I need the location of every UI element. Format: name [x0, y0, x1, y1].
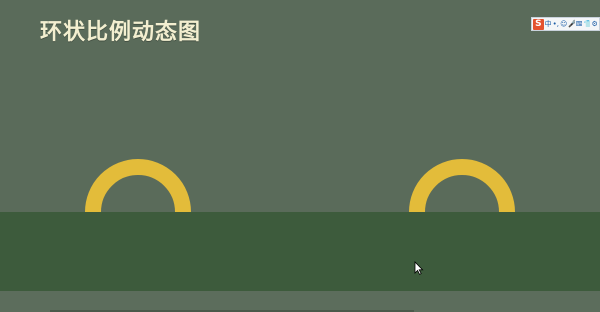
- skin-icon[interactable]: 👕: [583, 18, 590, 30]
- sogou-logo-icon[interactable]: S: [533, 18, 544, 30]
- page-title: 环状比例动态图: [40, 20, 202, 45]
- mouse-cursor-icon: [414, 261, 424, 275]
- ime-toolbar[interactable]: S 中 •, ☺ 🎤 ⌨ 👕 ⚙: [531, 17, 600, 31]
- punctuation-icon[interactable]: •,: [552, 18, 559, 30]
- ground-band: [0, 212, 600, 291]
- stage: 环状比例动态图 S 中 •, ☺ 🎤 ⌨ 👕 ⚙: [0, 0, 600, 312]
- voice-icon[interactable]: 🎤: [568, 18, 575, 30]
- chinese-mode-icon[interactable]: 中: [545, 18, 552, 30]
- keyboard-icon[interactable]: ⌨: [576, 18, 583, 30]
- settings-icon[interactable]: ⚙: [591, 18, 598, 30]
- bottom-strip: [0, 291, 600, 312]
- emoji-icon[interactable]: ☺: [560, 18, 567, 30]
